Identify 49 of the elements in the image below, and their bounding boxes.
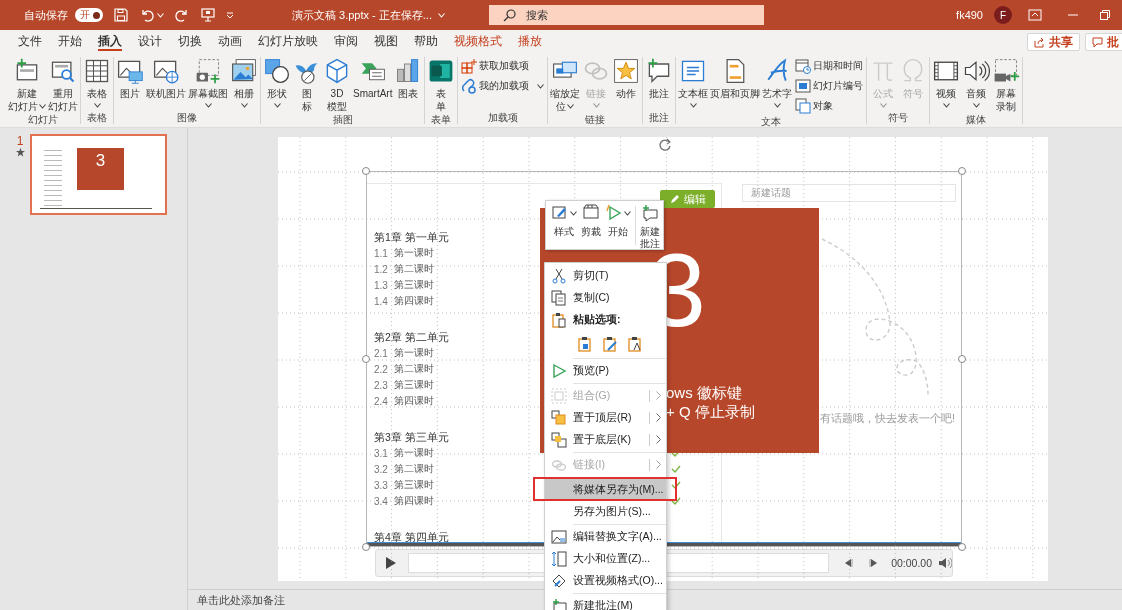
- lesson-title: 第一课时: [394, 246, 434, 260]
- lesson-number: 1.2: [374, 263, 389, 275]
- lesson-number: 3.1: [374, 447, 389, 459]
- group-label: 加载项: [486, 111, 519, 124]
- lesson-title: 第三课时: [394, 378, 434, 392]
- lesson-number: 3.4: [374, 495, 389, 507]
- lesson-title: 第一课时: [394, 446, 434, 460]
- group-label: 批注: [648, 111, 671, 124]
- chapter-title: 第2章 第二单元: [374, 330, 449, 345]
- recording-hint: + Q 停止录制: [666, 403, 755, 422]
- lesson-title: 第二课时: [394, 262, 434, 276]
- lesson-title: 第二课时: [394, 462, 434, 476]
- group-label: 图像: [176, 111, 198, 124]
- group-label: 文本: [760, 115, 783, 127]
- lesson-title: 第四课时: [394, 294, 434, 308]
- lesson-number: 2.3: [374, 379, 389, 391]
- lesson-number: 2.2: [374, 363, 389, 375]
- lesson-title: 第四课时: [394, 494, 434, 508]
- group-label: 媒体: [965, 113, 988, 126]
- group-label: 链接: [584, 113, 607, 126]
- lesson-number: 3.2: [374, 463, 389, 475]
- group-label: 表格: [86, 111, 108, 124]
- lesson-title: 第四课时: [394, 394, 434, 408]
- time-display: 00:00.00: [891, 557, 932, 569]
- group-label: 插图: [331, 113, 354, 126]
- lesson-title: 第二课时: [394, 362, 434, 376]
- empty-message: 有话题哦，快去发表一个吧!: [820, 411, 957, 425]
- chapter-title: 第4章 第四单元: [374, 530, 449, 545]
- chapter-title: 第3章 第三单元: [374, 430, 449, 445]
- lesson-number: 2.4: [374, 395, 389, 407]
- autosave-label: 自动保存: [24, 7, 68, 23]
- group-label: 幻灯片: [27, 113, 59, 126]
- lesson-title: 第一课时: [394, 346, 434, 360]
- thumbnail-card: 3: [77, 148, 124, 190]
- lesson-number: 1.4: [374, 295, 389, 307]
- lesson-number: 3.3: [374, 479, 389, 491]
- document-title: 演示文稿 3.pptx - 正在保存...: [292, 7, 432, 23]
- group-label: 表单: [430, 113, 453, 126]
- lesson-title: 第三课时: [394, 478, 434, 492]
- group-label: 符号: [887, 111, 910, 124]
- slide-number: 1: [16, 134, 24, 148]
- user-name: fk490: [956, 9, 983, 21]
- lesson-number: 1.1: [374, 247, 389, 259]
- paste-options-label: 粘贴选项:: [573, 313, 621, 327]
- lesson-number: 1.3: [374, 279, 389, 291]
- lesson-number: 2.1: [374, 347, 389, 359]
- lesson-title: 第三课时: [394, 278, 434, 292]
- chapter-title: 第1章 第一单元: [374, 230, 449, 245]
- recording-hint: ows 徽标键: [666, 384, 742, 403]
